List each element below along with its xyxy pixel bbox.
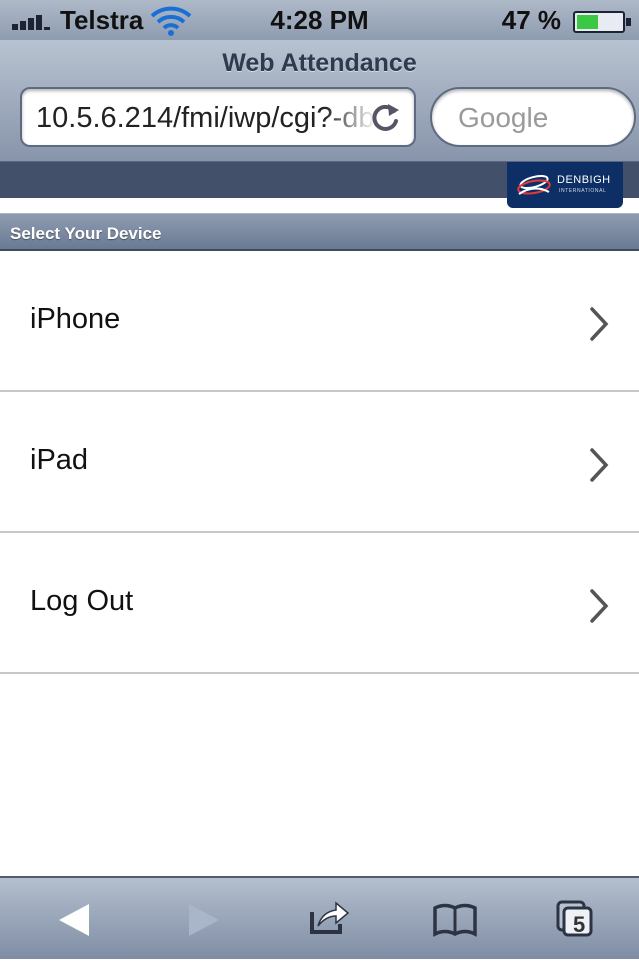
forward-button[interactable] [165, 878, 245, 961]
page-title: Web Attendance [222, 49, 417, 77]
section-header: Select Your Device [0, 213, 639, 251]
tab-count: 5 [573, 912, 586, 937]
forward-arrow-icon [189, 904, 219, 936]
device-list: iPhone iPad Log Out [0, 251, 639, 674]
reload-icon[interactable] [368, 101, 402, 135]
logo-name: DENBIGH [557, 174, 611, 186]
address-bar[interactable]: 10.5.6.214/fmi/iwp/cgi?-db= [20, 87, 416, 147]
bookmarks-button[interactable] [415, 878, 495, 961]
tabs-button[interactable]: 5 [540, 878, 620, 961]
list-item-ipad[interactable]: iPad [0, 392, 639, 533]
share-icon [310, 901, 350, 934]
logo-swirl-icon [517, 174, 551, 195]
chevron-right-icon [590, 307, 609, 341]
list-item-label: Log Out [30, 585, 134, 617]
denbigh-logo: DENBIGH INTERNATIONAL [507, 162, 623, 208]
list-item-log-out[interactable]: Log Out [0, 533, 639, 674]
browser-header: Web Attendance 10.5.6.214/fmi/iwp/cgi?-d… [0, 40, 639, 162]
share-button[interactable] [290, 878, 370, 961]
list-item-label: iPad [30, 444, 89, 476]
browser-toolbar: 5 [0, 876, 639, 959]
battery-icon [573, 11, 631, 33]
chevron-right-icon [590, 448, 609, 482]
back-button[interactable] [40, 878, 120, 961]
url-text[interactable]: 10.5.6.214/fmi/iwp/cgi?-db= [36, 102, 376, 135]
book-icon [433, 903, 477, 937]
list-item-iphone[interactable]: iPhone [0, 251, 639, 392]
status-bar: Telstra 4:28 PM 47 % [0, 0, 639, 40]
search-input[interactable]: Google [430, 87, 636, 147]
back-arrow-icon [59, 904, 89, 936]
list-item-label: iPhone [30, 303, 121, 335]
chevron-right-icon [590, 589, 609, 623]
battery-percent: 47 % [501, 5, 561, 35]
logo-subtitle: INTERNATIONAL [559, 188, 607, 194]
